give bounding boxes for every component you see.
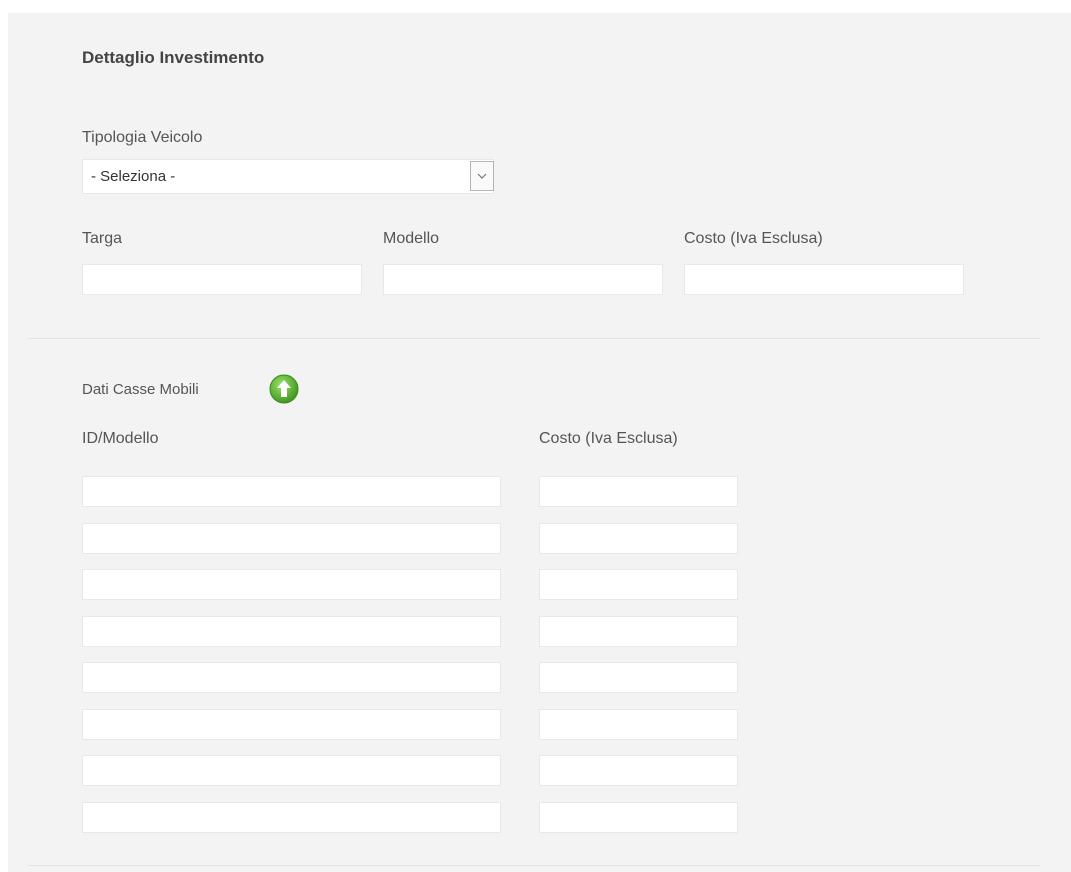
costo-label: Costo (Iva Esclusa) [684,230,823,247]
targa-input[interactable] [82,264,362,295]
costo-input[interactable] [684,264,964,295]
row-id-input[interactable] [82,569,501,600]
vehicle-type-label: Tipologia Veicolo [82,129,203,146]
row-id-input[interactable] [82,615,501,647]
vehicle-type-selected: - Seleziona - [91,168,176,185]
row-id-input[interactable] [82,662,501,693]
bottom-divider [28,865,1040,866]
targa-label: Targa [82,230,123,247]
vehicle-type-select[interactable]: - Seleziona - [82,159,494,194]
section-divider [28,338,1040,339]
id-modello-header: ID/Modello [82,430,159,447]
row-id-input[interactable] [82,801,501,833]
row-costo-input[interactable] [539,569,738,600]
row-costo-input[interactable] [539,708,738,740]
row-costo-input[interactable] [539,755,738,786]
row-costo-input[interactable] [539,476,738,507]
green-up-arrow-icon[interactable] [269,374,299,404]
row-costo-input[interactable] [539,615,738,647]
row-costo-input[interactable] [539,801,738,833]
row-id-input[interactable] [82,522,501,554]
modello-input[interactable] [383,264,663,295]
row-costo-input[interactable] [539,662,738,693]
row-id-input[interactable] [82,755,501,786]
casse-mobili-title: Dati Casse Mobili [82,381,199,398]
row-id-input[interactable] [82,708,501,740]
modello-label: Modello [383,230,440,247]
row-id-input[interactable] [82,476,501,507]
row-costo-input[interactable] [539,522,738,554]
chevron-down-icon[interactable] [470,161,494,191]
costo-header: Costo (Iva Esclusa) [539,430,678,447]
section-title: Dettaglio Investimento [82,48,265,67]
